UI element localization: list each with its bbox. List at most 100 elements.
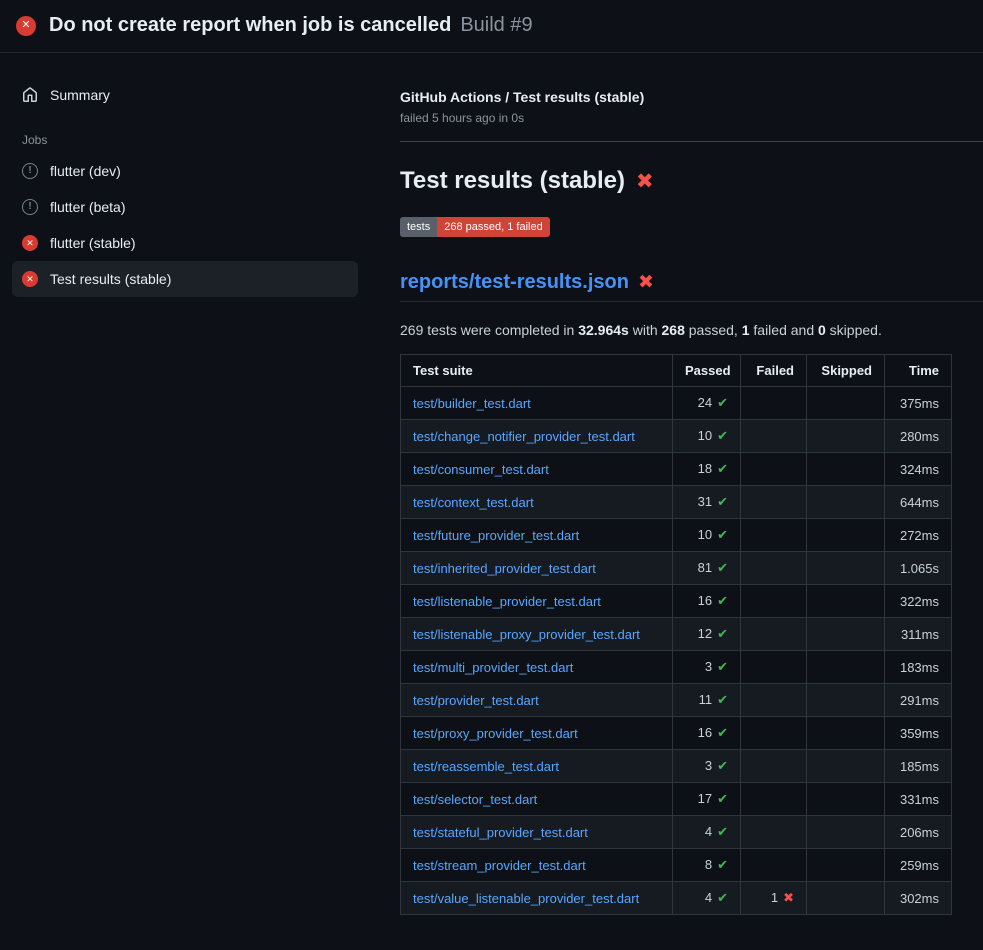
passed-cell: 10✔	[673, 420, 741, 453]
test-suite-cell: test/selector_test.dart	[401, 783, 673, 816]
skipped-cell	[807, 651, 885, 684]
check-icon: ✔	[717, 857, 728, 872]
check-icon: ✔	[717, 395, 728, 410]
test-suite-link[interactable]: test/stateful_provider_test.dart	[413, 825, 588, 840]
test-suite-cell: test/provider_test.dart	[401, 684, 673, 717]
table-row: test/change_notifier_provider_test.dart 1…	[401, 420, 952, 453]
test-suite-link[interactable]: test/builder_test.dart	[413, 396, 531, 411]
time-cell: 259ms	[885, 849, 952, 882]
table-row: test/provider_test.dart11✔291ms	[401, 684, 952, 717]
passed-cell: 24✔	[673, 387, 741, 420]
column-header-time: Time	[885, 355, 952, 387]
report-heading: reports/test-results.json ✖	[400, 271, 983, 302]
run-status-text: failed 5 hours ago in 0s	[400, 111, 983, 125]
tests-badge: tests 268 passed, 1 failed	[400, 217, 550, 237]
sidebar-item-summary[interactable]: Summary	[12, 77, 358, 113]
test-suite-link[interactable]: test/inherited_provider_test.dart	[413, 561, 596, 576]
passed-count: 3	[705, 659, 712, 674]
skipped-cell	[807, 618, 885, 651]
sidebar-item-flutter-beta[interactable]: ! flutter (beta)	[12, 189, 358, 225]
failed-cell: 1✖	[741, 882, 807, 915]
sidebar-item-flutter-dev[interactable]: !flutter (dev)	[12, 153, 358, 189]
table-row: test/proxy_provider_test.dart16✔359ms	[401, 717, 952, 750]
test-results-table: Test suitePassedFailedSkippedTime test/b…	[400, 354, 952, 915]
check-icon: ✔	[717, 461, 728, 476]
summary-text: with	[629, 322, 662, 338]
passed-count: 10	[698, 527, 712, 542]
test-suite-link[interactable]: test/future_provider_test.dart	[413, 528, 579, 543]
failed-cell	[741, 519, 807, 552]
failed-cell	[741, 387, 807, 420]
passed-count: 12	[698, 626, 712, 641]
skipped-cell	[807, 552, 885, 585]
test-suite-link[interactable]: test/reassemble_test.dart	[413, 759, 559, 774]
table-row: test/reassemble_test.dart3✔185ms	[401, 750, 952, 783]
summary-text: skipped.	[826, 322, 882, 338]
passed-cell: 31✔	[673, 486, 741, 519]
skipped-cell	[807, 816, 885, 849]
passed-cell: 10✔	[673, 519, 741, 552]
warning-circle-icon: !	[22, 199, 38, 215]
check-icon: ✔	[717, 758, 728, 773]
summary-text: 269 tests were completed in	[400, 322, 578, 338]
skipped-cell	[807, 453, 885, 486]
test-suite-link[interactable]: test/provider_test.dart	[413, 693, 539, 708]
time-cell: 322ms	[885, 585, 952, 618]
test-suite-link[interactable]: test/stream_provider_test.dart	[413, 858, 586, 873]
failed-status-circle-icon: ✕	[16, 16, 36, 36]
failed-x-icon: ✖	[638, 273, 654, 292]
skipped-cell	[807, 882, 885, 915]
test-suite-cell: test/listenable_proxy_provider_test.dart	[401, 618, 673, 651]
check-icon: ✔	[717, 659, 728, 674]
failed-cell	[741, 849, 807, 882]
test-suite-link[interactable]: test/listenable_provider_test.dart	[413, 594, 601, 609]
test-suite-cell: test/listenable_provider_test.dart	[401, 585, 673, 618]
sidebar-item-label: flutter (beta)	[50, 199, 125, 215]
failed-cell	[741, 684, 807, 717]
test-suite-link[interactable]: test/listenable_proxy_provider_test.dart	[413, 627, 640, 642]
check-icon: ✔	[717, 692, 728, 707]
check-icon: ✔	[717, 725, 728, 740]
failed-cell	[741, 816, 807, 849]
time-cell: 644ms	[885, 486, 952, 519]
test-suite-link[interactable]: test/change_notifier_provider_test.dart	[413, 429, 635, 444]
table-row: test/consumer_test.dart18✔324ms	[401, 453, 952, 486]
passed-count: 81	[698, 560, 712, 575]
test-suite-cell: test/reassemble_test.dart	[401, 750, 673, 783]
passed-count: 10	[698, 428, 712, 443]
test-suite-link[interactable]: test/proxy_provider_test.dart	[413, 726, 578, 741]
passed-cell: 16✔	[673, 585, 741, 618]
sidebar-item-test-results-stable[interactable]: ✕ Test results (stable)	[12, 261, 358, 297]
time-cell: 302ms	[885, 882, 952, 915]
sidebar-item-flutter-stable[interactable]: ✕flutter (stable)	[12, 225, 358, 261]
test-suite-link[interactable]: test/context_test.dart	[413, 495, 534, 510]
report-file-link[interactable]: reports/test-results.json	[400, 271, 629, 294]
skipped-cell	[807, 585, 885, 618]
failed-count: 1	[771, 890, 778, 905]
passed-cell: 12✔	[673, 618, 741, 651]
divider	[400, 141, 983, 142]
test-suite-link[interactable]: test/selector_test.dart	[413, 792, 537, 807]
passed-count: 3	[705, 758, 712, 773]
summary-sentence: 269 tests were completed in 32.964s with…	[400, 322, 983, 338]
sidebar-item-label: Test results (stable)	[50, 271, 171, 287]
failed-cell	[741, 651, 807, 684]
test-suite-link[interactable]: test/multi_provider_test.dart	[413, 660, 573, 675]
test-suite-cell: test/stateful_provider_test.dart	[401, 816, 673, 849]
table-row: test/stream_provider_test.dart 8 ✔ 259ms	[401, 849, 952, 882]
failed-cell	[741, 585, 807, 618]
passed-cell: 3✔	[673, 750, 741, 783]
sidebar-item-label: Summary	[50, 87, 110, 103]
test-suite-link[interactable]: test/consumer_test.dart	[413, 462, 549, 477]
summary-text: passed,	[685, 322, 742, 338]
passed-count: 11	[699, 692, 713, 707]
skipped-cell	[807, 684, 885, 717]
build-number: Build #9	[460, 14, 532, 37]
time-cell: 206ms	[885, 816, 952, 849]
summary-stat: 268	[662, 322, 685, 338]
test-suite-link[interactable]: test/value_listenable_provider_test.dart	[413, 891, 639, 906]
x-circle-icon: ✕	[22, 271, 38, 287]
table-row: test/multi_provider_test.dart3✔183ms	[401, 651, 952, 684]
passed-count: 8	[705, 857, 712, 872]
skipped-cell	[807, 420, 885, 453]
